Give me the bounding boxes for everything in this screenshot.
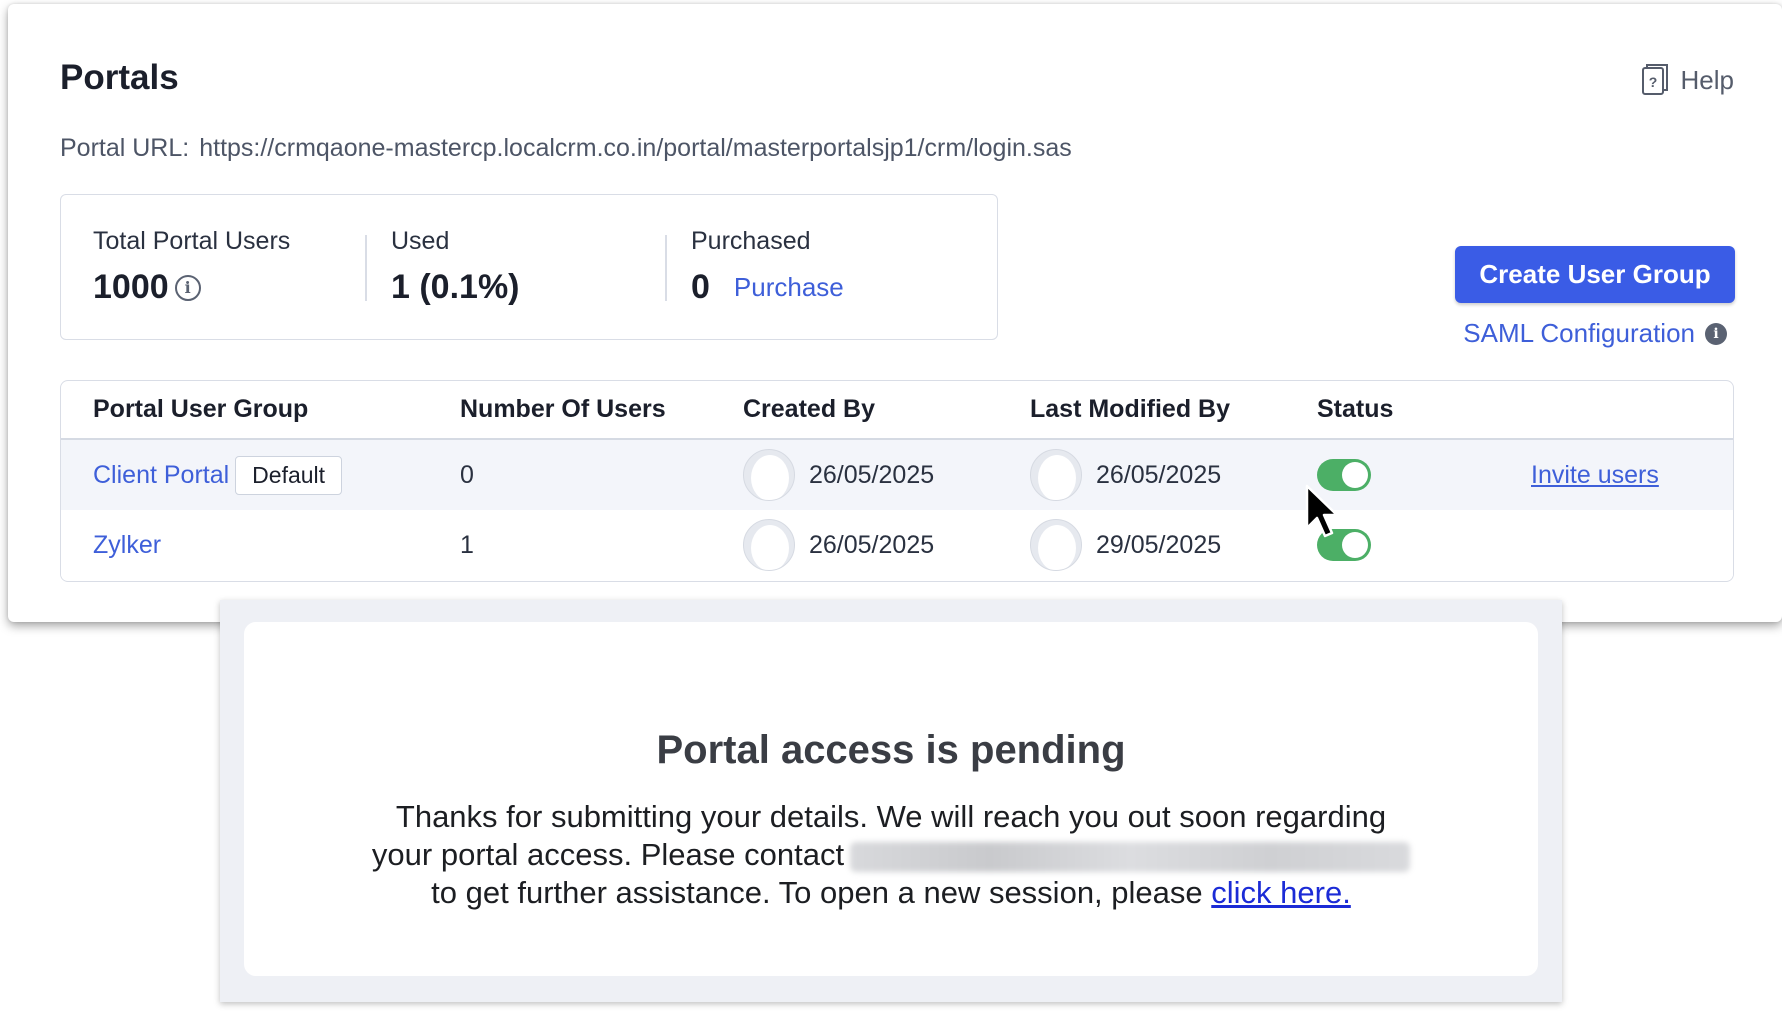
column-header-group: Portal User Group xyxy=(93,395,309,423)
page-title: Portals xyxy=(60,58,179,97)
purchase-link[interactable]: Purchase xyxy=(734,272,844,303)
column-header-last-modified-by: Last Modified By xyxy=(1030,395,1231,423)
portal-groups-table: Portal User Group Number Of Users Create… xyxy=(60,380,1734,582)
stat-divider xyxy=(665,235,667,301)
stat-used: Used 1 (0.1%) xyxy=(391,227,520,307)
redacted-email xyxy=(850,841,1411,872)
portal-pending-card: Portal access is pending Thanks for subm… xyxy=(244,622,1538,976)
pending-line-1: Thanks for submitting your details. We w… xyxy=(395,799,1387,834)
avatar-icon xyxy=(743,519,795,571)
stat-total-label: Total Portal Users xyxy=(93,227,291,255)
stat-purchased-value: 0 xyxy=(691,268,710,306)
group-link-client-portal[interactable]: Client Portal xyxy=(93,461,229,490)
saml-configuration-label: SAML Configuration xyxy=(1463,318,1695,348)
svg-text:?: ? xyxy=(1648,74,1657,90)
saml-configuration-link[interactable]: SAML Configuration i xyxy=(1463,318,1727,349)
table-row: Zylker 1 26/05/2025 29/05/2025 xyxy=(61,510,1733,580)
users-count: 0 xyxy=(460,460,474,489)
avatar-icon xyxy=(743,449,795,501)
stat-purchased-label: Purchased xyxy=(691,227,811,255)
created-date: 26/05/2025 xyxy=(809,460,935,489)
avatar-icon xyxy=(1030,449,1082,501)
create-user-group-button[interactable]: Create User Group xyxy=(1455,246,1735,303)
column-header-users: Number Of Users xyxy=(460,395,666,423)
help-link[interactable]: ? Help xyxy=(1641,64,1734,96)
help-label: Help xyxy=(1680,64,1734,95)
table-header: Portal User Group Number Of Users Create… xyxy=(61,381,1733,440)
pending-message: Thanks for submitting your details. We w… xyxy=(244,798,1538,912)
avatar-icon xyxy=(1030,519,1082,571)
help-book-icon: ? xyxy=(1641,64,1668,95)
stat-total: Total Portal Users 1000 i xyxy=(93,227,290,307)
stat-divider xyxy=(365,235,367,301)
created-date: 26/05/2025 xyxy=(809,530,935,559)
portal-pending-dialog: Portal access is pending Thanks for subm… xyxy=(220,600,1562,1002)
pending-title: Portal access is pending xyxy=(656,728,1126,772)
modified-date: 29/05/2025 xyxy=(1096,530,1222,559)
table-row: Client Portal Default 0 26/05/2025 26/05… xyxy=(61,440,1733,510)
stat-total-value: 1000 xyxy=(93,268,169,306)
pending-line-3: to get further assistance. To open a new… xyxy=(431,875,1203,910)
column-header-created-by: Created By xyxy=(743,395,875,423)
mouse-cursor-icon xyxy=(1305,484,1339,538)
portal-url: Portal URL: https://crmqaone-mastercp.loc… xyxy=(60,134,1072,163)
info-icon[interactable]: i xyxy=(1705,322,1727,345)
portal-url-value: https://crmqaone-mastercp.localcrm.co.in… xyxy=(199,134,1072,162)
stats-panel: Total Portal Users 1000 i Used 1 (0.1%) … xyxy=(60,194,998,340)
stat-used-value: 1 (0.1%) xyxy=(391,268,520,306)
stat-used-label: Used xyxy=(391,227,450,255)
portal-url-label: Portal URL: xyxy=(60,134,190,162)
column-header-status: Status xyxy=(1317,395,1394,423)
group-link-zylker[interactable]: Zylker xyxy=(93,531,161,560)
click-here-link[interactable]: click here. xyxy=(1211,875,1351,910)
pending-line-2: your portal access. Please contact xyxy=(371,837,845,872)
pending-line-2-wrap: your portal access. Please contact xyxy=(244,836,1538,874)
stat-purchased: Purchased 0 Purchase xyxy=(691,227,844,307)
info-icon[interactable]: i xyxy=(174,274,201,301)
pending-line-3-wrap: to get further assistance. To open a new… xyxy=(244,874,1538,912)
invite-users-link[interactable]: Invite users xyxy=(1531,461,1659,490)
modified-date: 26/05/2025 xyxy=(1096,460,1222,489)
portals-card: Portals ? Help Portal URL: https://crmqao… xyxy=(8,4,1782,622)
default-badge: Default xyxy=(235,455,343,495)
users-count: 1 xyxy=(460,530,474,559)
